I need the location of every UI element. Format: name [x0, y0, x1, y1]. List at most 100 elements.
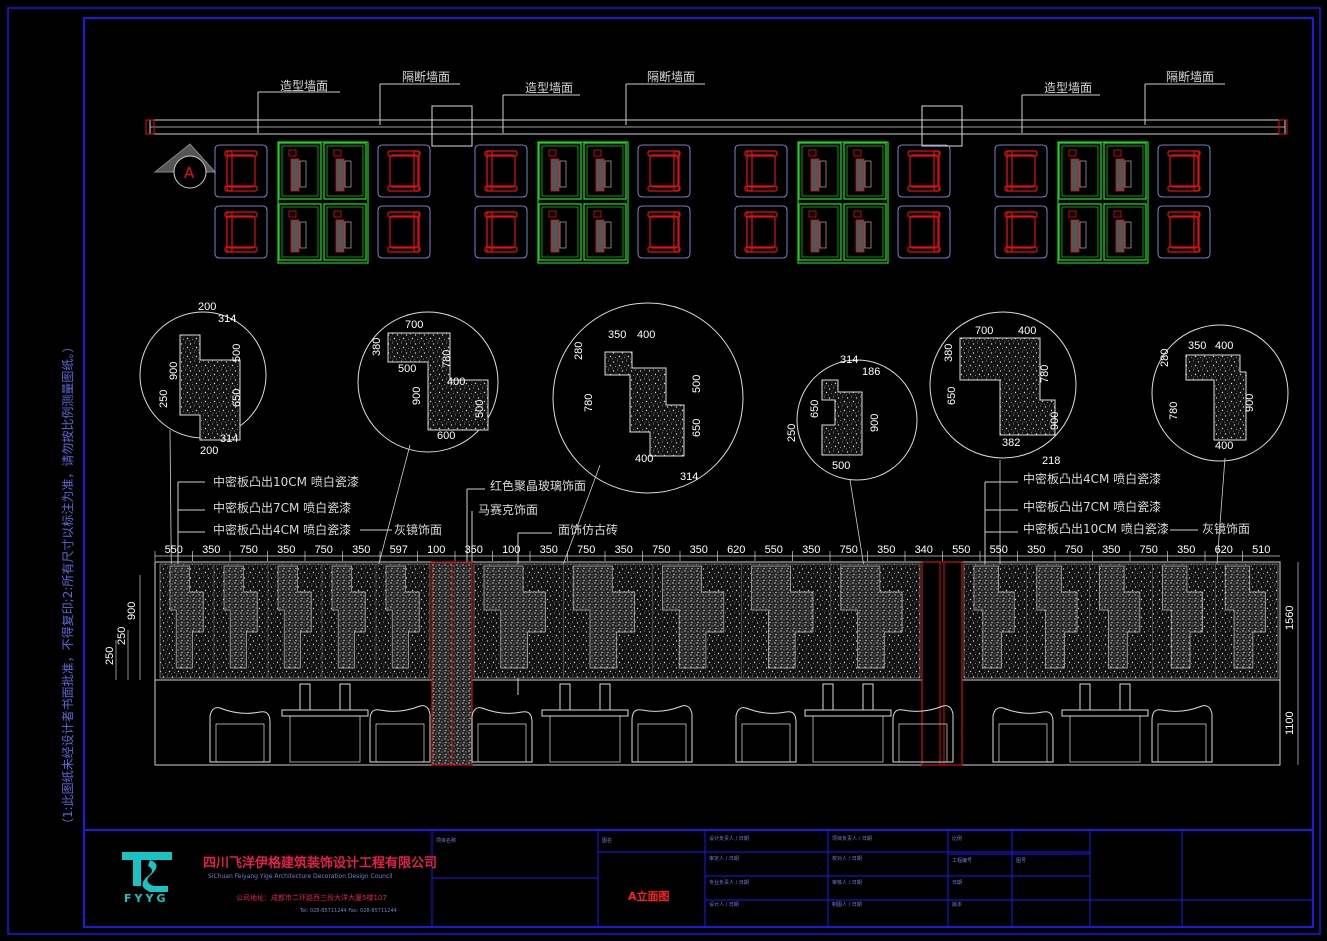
svg-text:780: 780 — [1168, 402, 1180, 420]
svg-text:项目名称: 项目名称 — [436, 837, 456, 844]
detail-circle-5: 700 400 380 780 650 900 382 218 — [929, 311, 1077, 467]
svg-text:1560: 1560 — [1284, 606, 1296, 630]
svg-text:设计负责人 / 日期: 设计负责人 / 日期 — [709, 835, 749, 842]
partition-right — [921, 561, 963, 766]
svg-text:900: 900 — [411, 387, 423, 405]
detail-circle-2: 700 380 500 780 900 400 500 600 — [357, 311, 499, 453]
svg-text:314: 314 — [680, 471, 698, 483]
elevation-chair — [369, 705, 431, 763]
svg-text:250: 250 — [158, 390, 170, 408]
svg-text:版本: 版本 — [952, 901, 962, 908]
svg-text:造型墙面: 造型墙面 — [280, 79, 328, 93]
svg-text:比例: 比例 — [952, 835, 962, 842]
plan-label-6: 隔断墙面 — [1144, 69, 1225, 125]
top-dimension-label: 350 — [1027, 544, 1045, 556]
top-dimension-label: 750 — [315, 544, 333, 556]
plan-chair — [1157, 144, 1211, 198]
top-dimension-label: 350 — [690, 544, 708, 556]
svg-text:350: 350 — [1188, 340, 1206, 352]
svg-text:A: A — [184, 164, 195, 182]
svg-text:日期: 日期 — [952, 880, 962, 886]
svg-text:400: 400 — [1215, 340, 1233, 352]
plan-label-4: 隔断墙面 — [625, 69, 705, 125]
svg-text:314: 314 — [840, 354, 858, 366]
elevation-chair — [992, 707, 1054, 763]
title-block: FYYG 四川飞洋伊格建筑装饰设计工程有限公司 SiChuan Feiyang … — [84, 829, 1313, 927]
seating-groups — [214, 141, 1211, 264]
elevation-chair — [471, 707, 533, 763]
elevation: 550 350 750 350 750 350 597 100 350 100 350 750 350 7… — [104, 544, 1299, 766]
svg-text:设计人 / 日期: 设计人 / 日期 — [709, 901, 739, 908]
svg-text:900: 900 — [168, 362, 180, 380]
svg-text:灰镜饰面: 灰镜饰面 — [1202, 521, 1250, 536]
svg-text:280: 280 — [573, 342, 585, 360]
svg-text:780: 780 — [1039, 365, 1051, 383]
top-dimension-label: 550 — [165, 544, 183, 556]
company-logo: FYYG — [122, 852, 172, 905]
company-address: 公司地址：成都市二环路西三段大洋大厦5楼107 — [236, 893, 387, 902]
plan-label-1: 造型墙面 — [257, 79, 340, 133]
svg-text:500: 500 — [691, 375, 703, 393]
plan-table — [1058, 142, 1102, 200]
svg-text:382: 382 — [1002, 437, 1020, 449]
drawing-title: A立面图 — [628, 889, 670, 903]
wall-panels — [159, 563, 1279, 679]
top-dimension-label: 350 — [1177, 544, 1195, 556]
svg-text:900: 900 — [1244, 394, 1256, 412]
svg-text:350: 350 — [608, 329, 626, 341]
detail-circle-3: 350 400 280 780 500 650 400 314 — [552, 302, 744, 494]
plan-chair — [637, 144, 691, 198]
top-dimensions: 550 350 750 350 750 350 597 100 350 100 350 750 350 7… — [154, 544, 1270, 561]
top-dimension-label: 350 — [277, 544, 295, 556]
svg-text:中密板凸出7CM 喷白瓷漆: 中密板凸出7CM 喷白瓷漆 — [213, 500, 351, 515]
top-dimension-label: 350 — [802, 544, 820, 556]
plan-table — [323, 203, 367, 261]
plan-label-3: 造型墙面 — [502, 81, 580, 133]
plan-table — [1058, 203, 1102, 261]
plan-chair — [214, 144, 268, 198]
elevation-table — [804, 683, 892, 763]
svg-text:650: 650 — [946, 387, 958, 405]
top-dimension-label: 100 — [502, 544, 520, 556]
svg-text:隔断墙面: 隔断墙面 — [402, 69, 450, 84]
plan-chair — [474, 144, 528, 198]
svg-text:250: 250 — [116, 627, 128, 645]
top-dimension-label: 620 — [1215, 544, 1233, 556]
svg-text:314: 314 — [218, 313, 236, 325]
svg-text:650: 650 — [691, 419, 703, 437]
svg-text:700: 700 — [405, 319, 423, 331]
plan-table — [278, 203, 322, 261]
plan-chair — [214, 205, 268, 259]
plan-table — [538, 142, 582, 200]
plan-seating-group — [994, 141, 1211, 264]
top-dimension-label: 750 — [577, 544, 595, 556]
svg-text:审核人 / 日期: 审核人 / 日期 — [832, 879, 862, 886]
top-dimension-label: 597 — [390, 544, 408, 556]
svg-text:400: 400 — [635, 453, 653, 465]
plan-seating-group — [214, 141, 431, 264]
elevation-table — [1061, 683, 1149, 763]
svg-text:隔断墙面: 隔断墙面 — [1166, 69, 1214, 84]
svg-text:中密板凸出10CM 喷白瓷漆: 中密板凸出10CM 喷白瓷漆 — [1023, 521, 1169, 536]
top-dimension-label: 550 — [952, 544, 970, 556]
svg-text:250: 250 — [786, 424, 798, 442]
svg-text:314: 314 — [220, 433, 238, 445]
top-dimension-label: 350 — [615, 544, 633, 556]
svg-text:780: 780 — [441, 350, 453, 368]
svg-text:700: 700 — [975, 325, 993, 337]
svg-text:400: 400 — [1018, 325, 1036, 337]
svg-text:400: 400 — [447, 376, 465, 388]
svg-text:500: 500 — [832, 460, 850, 472]
svg-text:FYYG: FYYG — [124, 892, 168, 905]
plan-table — [278, 142, 322, 200]
svg-text:900: 900 — [1049, 412, 1061, 430]
svg-text:中密板凸出4CM 喷白瓷漆: 中密板凸出4CM 喷白瓷漆 — [1023, 471, 1161, 486]
svg-text:650: 650 — [231, 389, 243, 407]
svg-text:中密板凸出7CM 喷白瓷漆: 中密板凸出7CM 喷白瓷漆 — [1023, 499, 1161, 514]
svg-text:中密板凸出4CM 喷白瓷漆: 中密板凸出4CM 喷白瓷漆 — [213, 522, 351, 537]
svg-text:780: 780 — [583, 394, 595, 412]
svg-text:400: 400 — [1215, 440, 1233, 452]
top-dimension-label: 350 — [465, 544, 483, 556]
elevation-chair — [631, 705, 693, 763]
plan-chair — [734, 205, 788, 259]
